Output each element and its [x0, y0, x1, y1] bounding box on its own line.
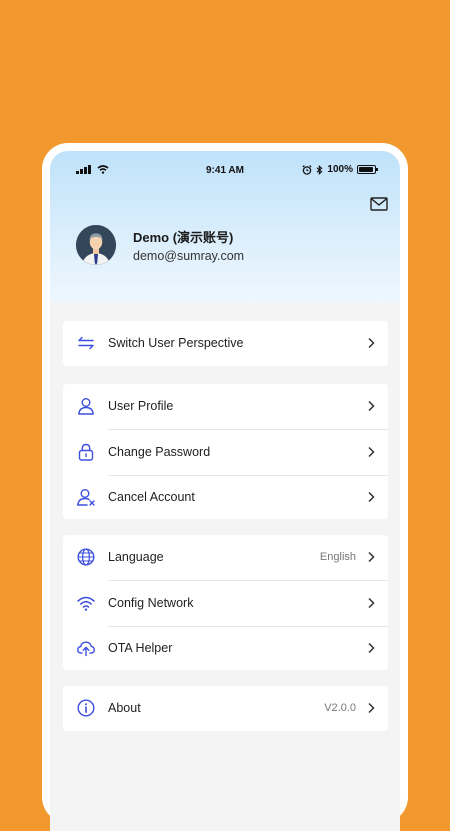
- chevron-right-icon: [368, 446, 375, 458]
- globe-icon: [77, 548, 95, 566]
- user-remove-icon: [77, 489, 95, 506]
- mail-icon[interactable]: [370, 197, 388, 211]
- chevron-right-icon: [368, 400, 375, 412]
- cloud-upload-icon: [77, 641, 95, 657]
- user-profile-label: User Profile: [108, 399, 174, 413]
- language-item[interactable]: Language English: [63, 535, 388, 579]
- chevron-right-icon: [368, 491, 375, 503]
- config-network-label: Config Network: [108, 596, 194, 610]
- app-version: V2.0.0: [324, 702, 356, 714]
- cancel-account-item[interactable]: Cancel Account: [63, 475, 388, 519]
- lock-icon: [78, 443, 94, 461]
- chevron-right-icon: [368, 551, 375, 563]
- profile-header: 9:41 AM 100% Demo (演示账号) demo@sumray.com: [50, 151, 400, 303]
- app-screen: 9:41 AM 100% Demo (演示账号) demo@sumray.com…: [50, 151, 400, 831]
- config-network-item[interactable]: Config Network: [63, 581, 388, 625]
- chevron-right-icon: [368, 337, 375, 349]
- user-name: Demo (演示账号): [133, 230, 234, 245]
- about-label: About: [108, 701, 141, 715]
- phone-frame: 9:41 AM 100% Demo (演示账号) demo@sumray.com…: [42, 143, 408, 831]
- avatar[interactable]: [76, 225, 116, 265]
- alarm-icon: [302, 164, 313, 175]
- battery-icon: [357, 165, 378, 174]
- ota-helper-item[interactable]: OTA Helper: [63, 626, 388, 670]
- user-icon: [78, 398, 94, 415]
- cancel-account-label: Cancel Account: [108, 490, 195, 504]
- chevron-right-icon: [368, 642, 375, 654]
- language-value: English: [319, 551, 356, 563]
- change-password-item[interactable]: Change Password: [63, 430, 388, 474]
- status-bar: 9:41 AM 100%: [50, 163, 400, 179]
- switch-perspective-card: Switch User Perspective: [63, 321, 388, 366]
- info-icon: [77, 699, 95, 717]
- ota-helper-label: OTA Helper: [108, 641, 173, 655]
- chevron-right-icon: [368, 597, 375, 609]
- switch-arrows-icon: [78, 336, 94, 350]
- about-item[interactable]: About V2.0.0: [63, 686, 388, 730]
- switch-user-perspective-item[interactable]: Switch User Perspective: [63, 321, 388, 365]
- change-password-label: Change Password: [108, 445, 211, 459]
- language-label: Language: [108, 550, 164, 564]
- switch-user-perspective-label: Switch User Perspective: [108, 336, 244, 350]
- about-card: About V2.0.0: [63, 686, 388, 731]
- battery-percent: 100%: [327, 164, 353, 175]
- settings-card: Language English Config Network OTA Help…: [63, 535, 388, 670]
- account-card: User Profile Change Password Cancel Acco…: [63, 384, 388, 519]
- bluetooth-icon: [317, 164, 323, 175]
- chevron-right-icon: [368, 702, 375, 714]
- user-email: demo@sumray.com: [133, 249, 245, 263]
- wifi-icon: [77, 596, 95, 611]
- user-profile-item[interactable]: User Profile: [63, 384, 388, 428]
